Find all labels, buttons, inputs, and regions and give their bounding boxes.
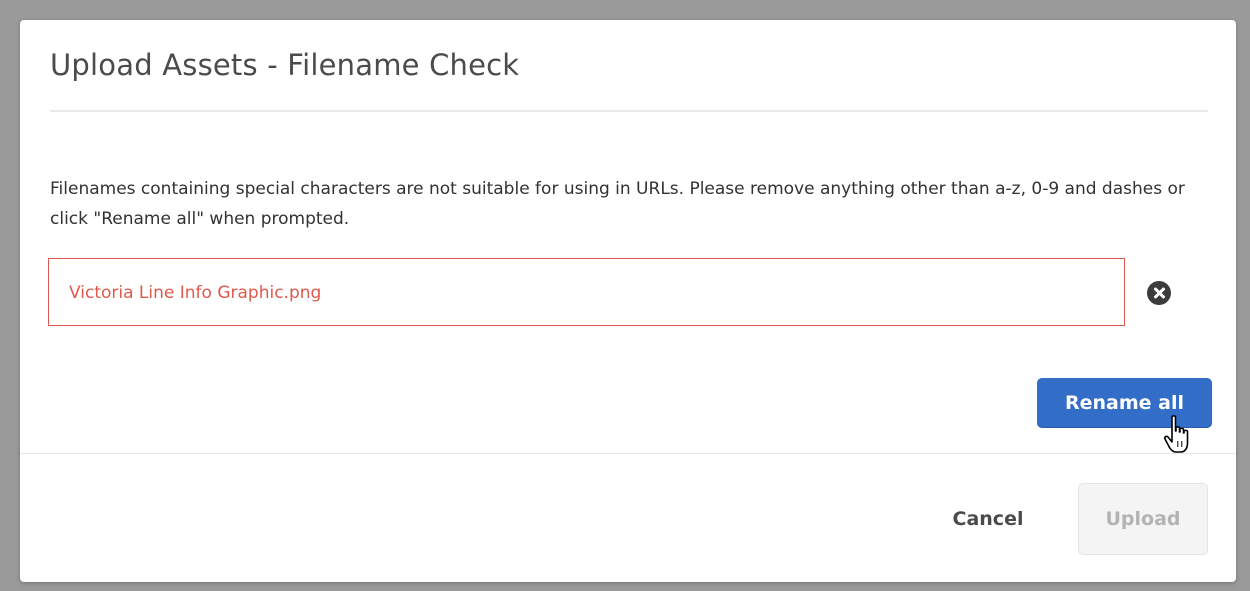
upload-filename-check-dialog: Upload Assets - Filename Check Filenames…	[20, 20, 1236, 582]
title-divider	[50, 110, 1208, 112]
close-circle-icon[interactable]	[1147, 281, 1171, 305]
footer-divider	[20, 453, 1236, 454]
filename-text[interactable]: Victoria Line Info Graphic.png	[69, 283, 321, 303]
hand-pointer-icon	[1163, 415, 1189, 453]
upload-button[interactable]: Upload	[1078, 483, 1208, 555]
dialog-title: Upload Assets - Filename Check	[50, 48, 520, 82]
cancel-button[interactable]: Cancel	[938, 501, 1038, 537]
filename-field[interactable]: Victoria Line Info Graphic.png	[48, 258, 1125, 326]
filename-warning-message: Filenames containing special characters …	[50, 179, 1185, 229]
